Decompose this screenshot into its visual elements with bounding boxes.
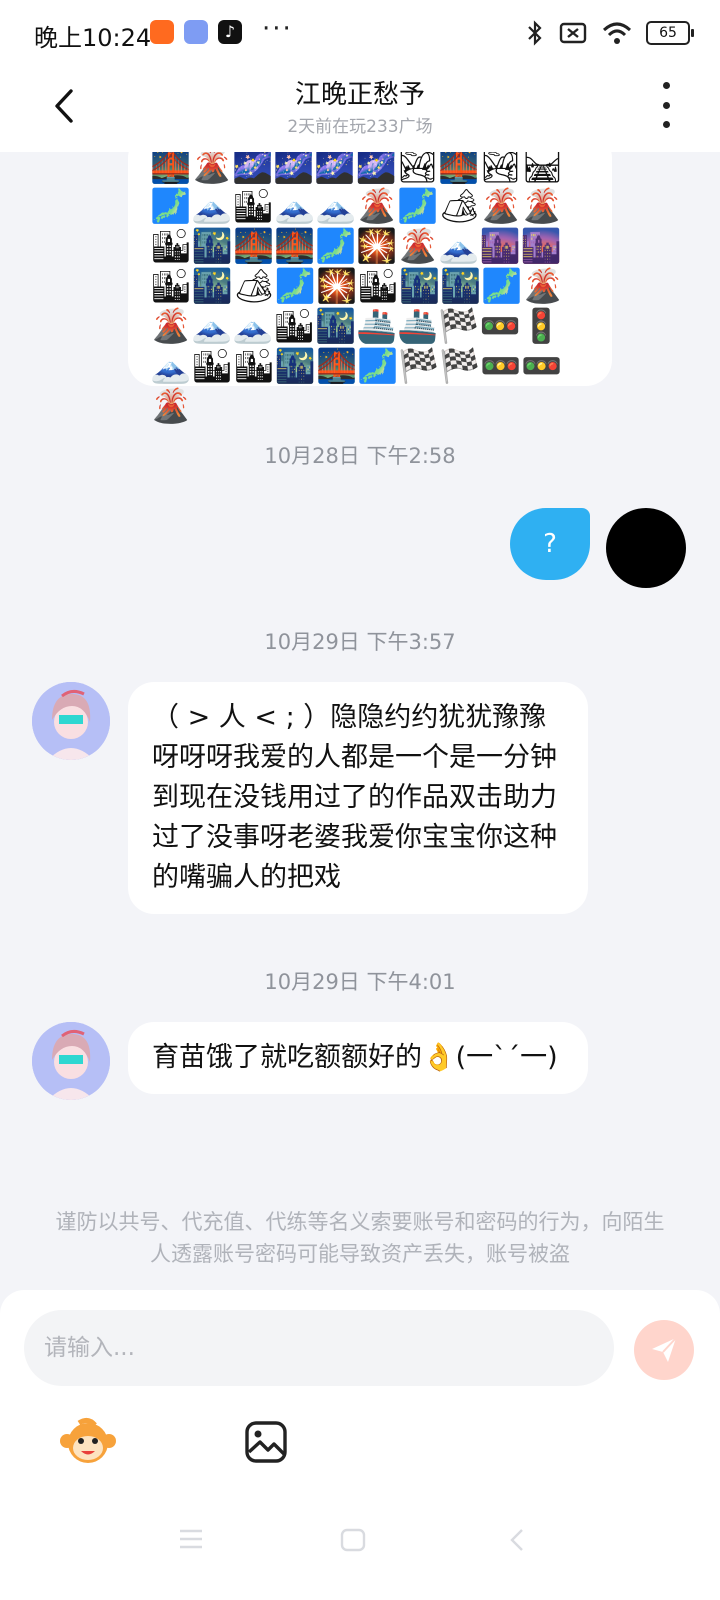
nav-back-icon[interactable]: [508, 1528, 526, 1552]
system-navigation-bar: [0, 1514, 720, 1574]
chat-header: 江晚正愁予 2天前在玩233广场: [0, 68, 720, 152]
security-warning: 谨防以共号、代充值、代练等名义索要账号和密码的行为，向陌生人透露账号密码可能导致…: [55, 1210, 665, 1266]
bluetooth-icon: [528, 20, 542, 46]
my-message-bubble[interactable]: ?: [510, 508, 590, 580]
emoji-message-text: 🌉🌋🌌🌌🌌🌌🏞🌉🏞🛤🗾🗻🏙🗻🗻🌋🗾🏕🌋🌋🏙🌃🌉🌉🗾🎇🌋🗻🌆🌆🏙🌃🏕🗾🎇🏙🌃🌃🗾🌋…: [150, 152, 564, 425]
more-dot-icon: [662, 101, 670, 109]
message-timestamp: 10月28日 下午2:58: [264, 444, 456, 468]
more-dot-icon: [662, 82, 670, 89]
tiktok-icon: ♪: [218, 20, 242, 44]
send-icon: [652, 1337, 677, 1362]
more-dot-icon: [662, 121, 670, 128]
more-options-button[interactable]: [652, 82, 680, 128]
anime-avatar-icon: [32, 682, 110, 760]
message-timestamp: 10月29日 下午3:57: [264, 630, 456, 654]
chat-area[interactable]: 🌉🌋🌌🌌🌌🌌🏞🌉🏞🛤🗾🗻🏙🗻🗻🌋🗾🏕🌋🌋🏙🌃🌉🌉🗾🎇🌋🗻🌆🌆🏙🌃🏕🗾🎇🏙🌃🌃🗾🌋…: [0, 152, 720, 1290]
status-more-dots: ···: [262, 14, 293, 44]
message-input[interactable]: [24, 1310, 614, 1386]
game-app-icon: [184, 20, 208, 44]
home-icon[interactable]: [340, 1528, 366, 1552]
status-bar: 晚上10:24 ♪ ··· 65: [0, 0, 720, 68]
menu-icon[interactable]: [178, 1528, 204, 1550]
battery-icon: 65: [646, 21, 694, 45]
message-bubble[interactable]: 育苗饿了就吃额额好的👌(一`´一): [128, 1022, 588, 1094]
image-icon: [245, 1421, 287, 1463]
sticker-button[interactable]: [58, 1412, 118, 1472]
message-timestamp: 10月29日 下午4:01: [264, 970, 456, 994]
status-time: 晚上10:24: [34, 24, 152, 52]
my-avatar[interactable]: [606, 508, 686, 588]
input-panel: [0, 1290, 720, 1600]
my-message-text: ?: [543, 529, 557, 559]
contact-avatar[interactable]: [32, 682, 110, 760]
contact-avatar[interactable]: [32, 1022, 110, 1100]
image-button[interactable]: [236, 1412, 296, 1472]
mi-app-icon: [150, 20, 174, 44]
wifi-icon: [602, 22, 632, 44]
message-text: （ > 人 < ; ）隐隐约约犹犹豫豫呀呀呀我爱的人都是一个是一分钟到现在没钱用…: [152, 702, 557, 893]
contact-name: 江晚正愁予: [294, 80, 425, 110]
contact-status: 2天前在玩233广场: [287, 117, 433, 137]
no-sim-icon: [559, 22, 587, 44]
message-text: 育苗饿了就吃额额好的👌(一`´一): [152, 1042, 558, 1073]
send-button[interactable]: [634, 1320, 694, 1380]
emoji-message-bubble[interactable]: 🌉🌋🌌🌌🌌🌌🏞🌉🏞🛤🗾🗻🏙🗻🗻🌋🗾🏕🌋🌋🏙🌃🌉🌉🗾🎇🌋🗻🌆🌆🏙🌃🏕🗾🎇🏙🌃🌃🗾🌋…: [128, 152, 612, 425]
anime-avatar-icon: [32, 1022, 110, 1100]
message-bubble[interactable]: （ > 人 < ; ）隐隐约约犹犹豫豫呀呀呀我爱的人都是一个是一分钟到现在没钱用…: [128, 682, 588, 914]
monkey-sticker-icon: [60, 1417, 116, 1463]
